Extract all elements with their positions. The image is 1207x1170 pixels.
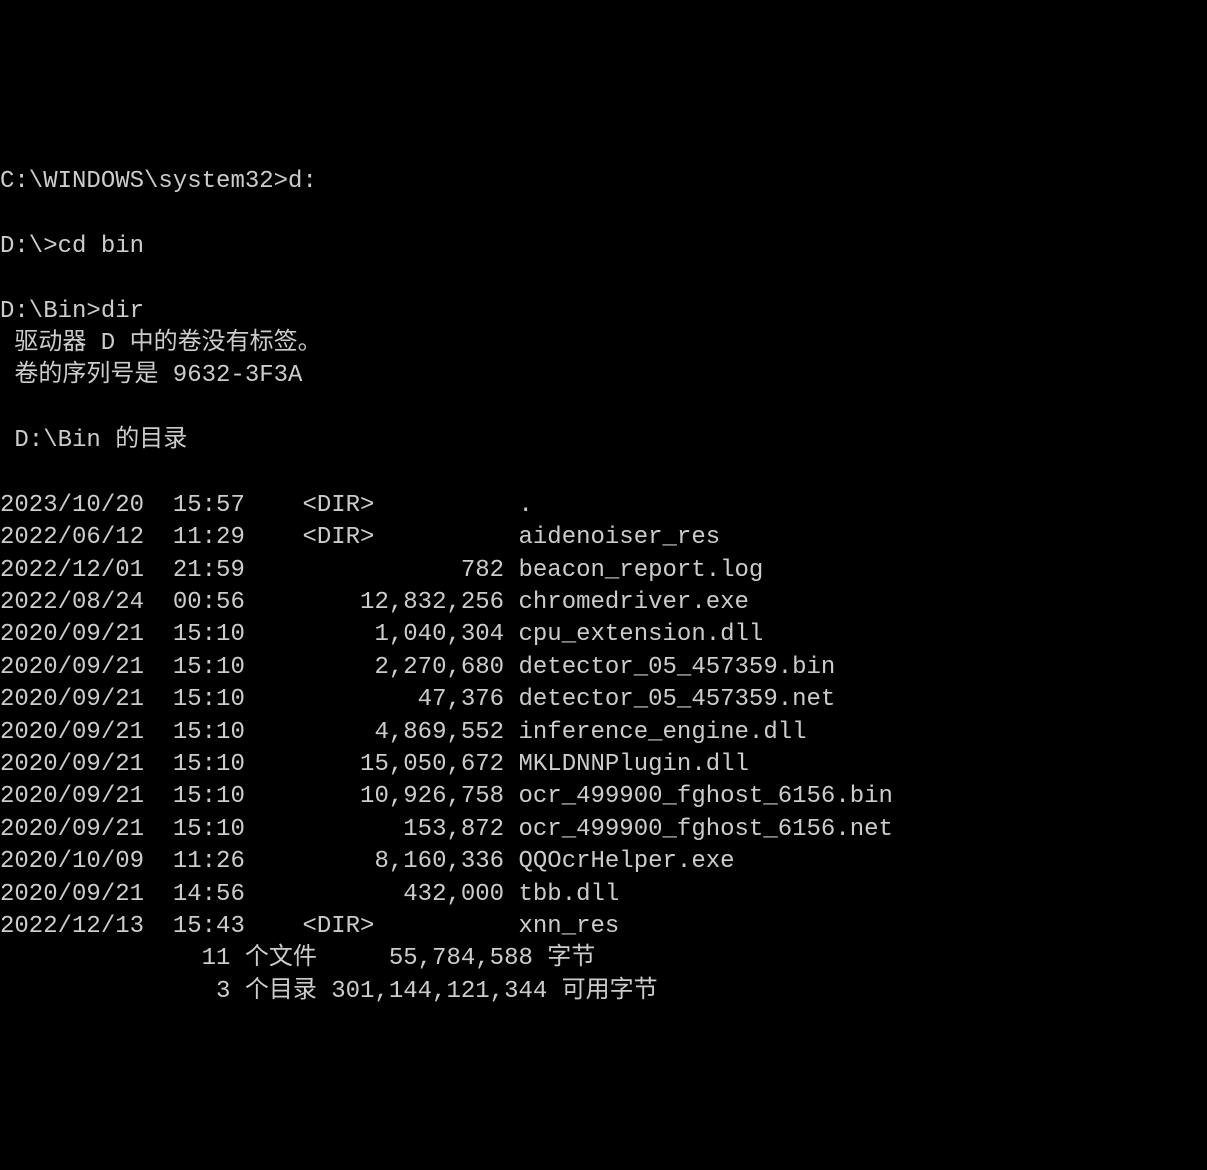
file-entry-line: 2020/09/21 15:10 15,050,672 MKLDNNPlugin…	[0, 751, 749, 778]
dir-entry-line: 2023/10/20 15:57 <DIR> .	[0, 492, 533, 519]
volume-info-line: 驱动器 D 中的卷没有标签。	[0, 330, 322, 357]
file-entry-line: 2020/09/21 15:10 2,270,680 detector_05_4…	[0, 654, 835, 681]
file-entry-line: 2020/09/21 14:56 432,000 tbb.dll	[0, 881, 619, 908]
file-entry-line: 2020/10/09 11:26 8,160,336 QQOcrHelper.e…	[0, 848, 735, 875]
file-entry-line: 2020/09/21 15:10 153,872 ocr_499900_fgho…	[0, 816, 893, 843]
terminal-output[interactable]: C:\WINDOWS\system32>d: D:\>cd bin D:\Bin…	[0, 134, 1207, 1009]
file-entry-line: 2022/08/24 00:56 12,832,256 chromedriver…	[0, 589, 749, 616]
volume-serial-line: 卷的序列号是 9632-3F3A	[0, 362, 302, 389]
prompt-line: C:\WINDOWS\system32>d:	[0, 168, 317, 195]
dir-entry-line: 2022/12/13 15:43 <DIR> xnn_res	[0, 913, 619, 940]
prompt-line: D:\>cd bin	[0, 233, 144, 260]
dir-entry-line: 2022/06/12 11:29 <DIR> aidenoiser_res	[0, 524, 720, 551]
file-entry-line: 2020/09/21 15:10 10,926,758 ocr_499900_f…	[0, 783, 893, 810]
file-entry-line: 2022/12/01 21:59 782 beacon_report.log	[0, 557, 763, 584]
file-entry-line: 2020/09/21 15:10 4,869,552 inference_eng…	[0, 719, 807, 746]
prompt-line: D:\Bin>dir	[0, 298, 144, 325]
summary-files-line: 11 个文件 55,784,588 字节	[0, 945, 595, 972]
summary-dirs-line: 3 个目录 301,144,121,344 可用字节	[0, 978, 658, 1005]
directory-header-line: D:\Bin 的目录	[0, 427, 187, 454]
file-entry-line: 2020/09/21 15:10 1,040,304 cpu_extension…	[0, 621, 763, 648]
file-entry-line: 2020/09/21 15:10 47,376 detector_05_4573…	[0, 686, 835, 713]
